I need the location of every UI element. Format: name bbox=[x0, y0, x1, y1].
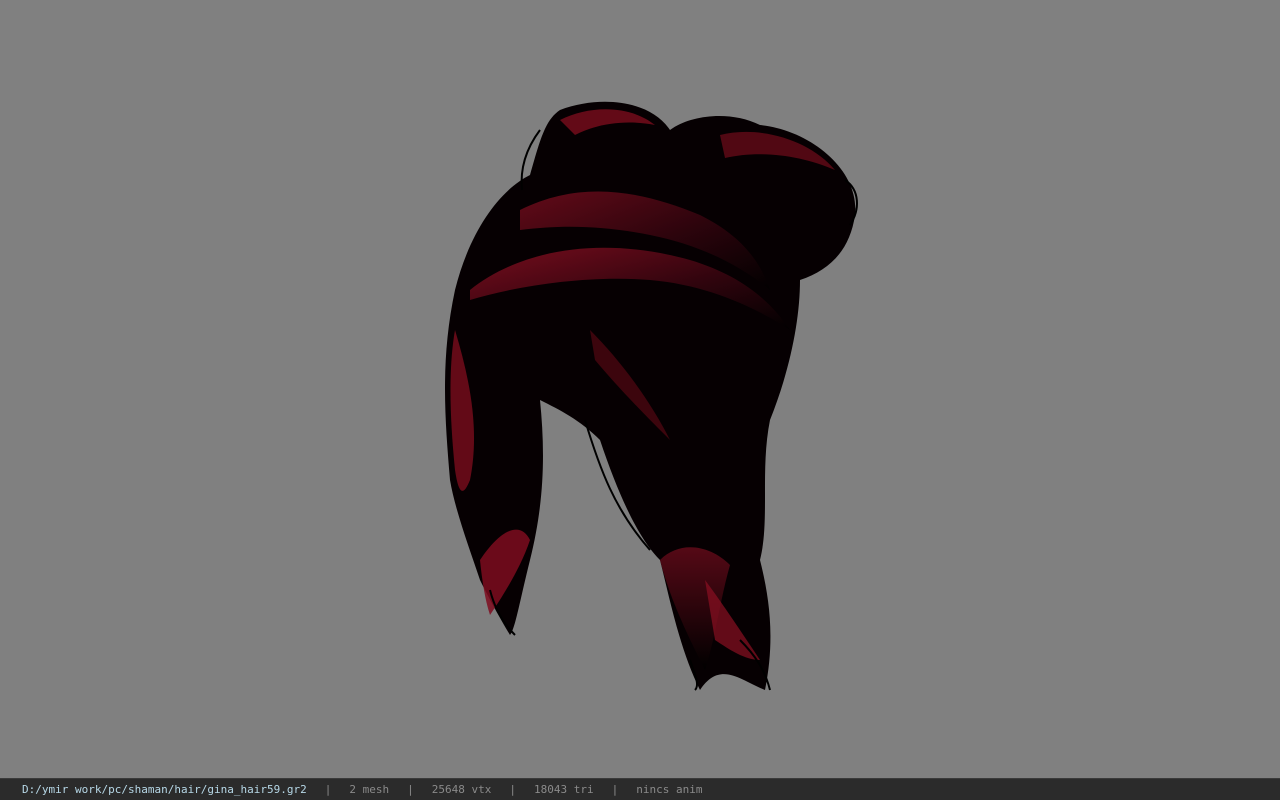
status-separator: | bbox=[611, 783, 619, 796]
hair-model-icon bbox=[445, 101, 858, 691]
anim-status: nincs anim bbox=[636, 783, 703, 796]
model-viewport[interactable] bbox=[0, 0, 1280, 778]
hair-silhouette bbox=[445, 101, 856, 690]
mesh-count: 2 mesh bbox=[349, 783, 390, 796]
file-path: D:/ymir work/pc/shaman/hair/gina_hair59.… bbox=[22, 783, 307, 796]
status-separator: | bbox=[324, 783, 332, 796]
triangle-count: 18043 tri bbox=[534, 783, 594, 796]
status-separator: | bbox=[509, 783, 517, 796]
status-bar: D:/ymir work/pc/shaman/hair/gina_hair59.… bbox=[0, 778, 1280, 800]
vertex-count: 25648 vtx bbox=[431, 783, 492, 796]
status-separator: | bbox=[407, 783, 414, 796]
